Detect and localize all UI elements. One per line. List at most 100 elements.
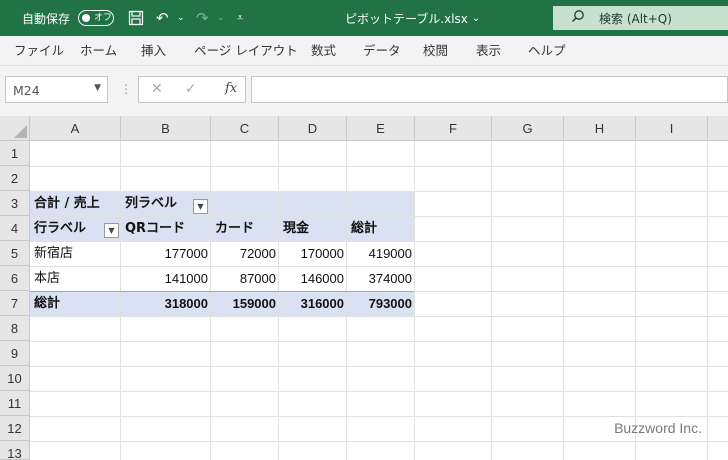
- watermark: Buzzword Inc.: [614, 420, 702, 436]
- row-header-8[interactable]: 8: [0, 316, 30, 341]
- pivot-total-cell[interactable]: 159000: [211, 291, 276, 316]
- column-header-e[interactable]: E: [347, 116, 415, 141]
- pivot-row-label[interactable]: 新宿店: [34, 241, 73, 266]
- search-icon: [571, 9, 585, 27]
- row-header-1[interactable]: 1: [0, 141, 30, 166]
- row-header-13[interactable]: 13: [0, 441, 30, 460]
- redo-icon[interactable]: ↷: [196, 0, 209, 36]
- undo-dropdown-icon[interactable]: ⌄: [177, 0, 185, 36]
- pivot-header-cash[interactable]: 現金: [283, 216, 309, 241]
- pivot-value-field[interactable]: 合計 / 売上: [34, 191, 100, 216]
- enter-icon[interactable]: ✓: [185, 81, 197, 97]
- gridline: [414, 141, 415, 460]
- gridline: [30, 391, 728, 392]
- tab-formulas[interactable]: 数式: [311, 36, 336, 66]
- gridline: [30, 441, 728, 442]
- ribbon-tabs: ファイル ホーム 挿入 ページ レイアウト 数式 データ 校閲 表示 ヘルプ: [0, 36, 728, 66]
- tab-help[interactable]: ヘルプ: [528, 36, 566, 66]
- search-placeholder: 検索 (Alt+Q): [599, 11, 672, 26]
- name-box-value: M24: [13, 83, 40, 98]
- gridline: [491, 141, 492, 460]
- autosave-state: オフ: [94, 13, 113, 23]
- row-header-3[interactable]: 3: [0, 191, 30, 216]
- column-filter-dropdown-icon[interactable]: ▼: [193, 199, 208, 214]
- row-header-12[interactable]: 12: [0, 416, 30, 441]
- pivot-header-qr[interactable]: QRコード: [125, 216, 185, 241]
- column-header-i[interactable]: I: [636, 116, 708, 141]
- tab-page-layout[interactable]: ページ レイアウト: [194, 36, 298, 66]
- document-title[interactable]: ピボットテーブル.xlsx ⌄: [345, 0, 480, 36]
- pivot-cell[interactable]: 146000: [279, 266, 344, 291]
- customize-qat-icon[interactable]: ⩡: [237, 0, 243, 36]
- pivot-cell[interactable]: 141000: [121, 266, 208, 291]
- tab-insert[interactable]: 挿入: [141, 36, 166, 66]
- name-box[interactable]: M24 ▼: [5, 76, 108, 103]
- pivot-cell[interactable]: 72000: [211, 241, 276, 266]
- column-header-b[interactable]: B: [121, 116, 211, 141]
- gridline: [30, 316, 728, 317]
- search-box[interactable]: 検索 (Alt+Q): [553, 6, 728, 30]
- column-header-d[interactable]: D: [279, 116, 347, 141]
- select-all-button[interactable]: [0, 116, 30, 141]
- select-all-triangle-icon: [14, 125, 27, 138]
- column-header-a[interactable]: A: [30, 116, 121, 141]
- pivot-cell[interactable]: 177000: [121, 241, 208, 266]
- gridline: [30, 341, 728, 342]
- pivot-header-card[interactable]: カード: [215, 216, 254, 241]
- row-header-11[interactable]: 11: [0, 391, 30, 416]
- row-header-4[interactable]: 4: [0, 216, 30, 241]
- worksheet-grid: A B C D E F G H I 1 2 3 4 5 6 7 8 9 10 1…: [0, 116, 728, 460]
- document-title-text: ピボットテーブル.xlsx: [345, 11, 468, 26]
- pivot-column-labels[interactable]: 列ラベル: [125, 191, 177, 216]
- save-icon[interactable]: [128, 0, 144, 36]
- column-header-c[interactable]: C: [211, 116, 279, 141]
- gridline: [563, 141, 564, 460]
- formula-input[interactable]: [251, 76, 728, 103]
- row-header-6[interactable]: 6: [0, 266, 30, 291]
- pivot-cell[interactable]: 374000: [347, 266, 412, 291]
- gridline: [30, 366, 728, 367]
- row-header-9[interactable]: 9: [0, 341, 30, 366]
- insert-function-icon[interactable]: fx: [225, 81, 237, 96]
- tab-home[interactable]: ホーム: [80, 36, 117, 66]
- row-header-7[interactable]: 7: [0, 291, 30, 316]
- column-header-f[interactable]: F: [415, 116, 492, 141]
- pivot-header-total[interactable]: 総計: [351, 216, 377, 241]
- chevron-down-icon: ⌄: [471, 12, 481, 24]
- autosave-label: 自動保存: [22, 11, 71, 26]
- redo-dropdown-icon[interactable]: ⌄: [217, 0, 225, 36]
- formula-bar-grip-icon: ⋮: [120, 82, 132, 96]
- row-header-10[interactable]: 10: [0, 366, 30, 391]
- pivot-total-cell[interactable]: 316000: [279, 291, 344, 316]
- gridline: [635, 141, 636, 460]
- pivot-cell[interactable]: 419000: [347, 241, 412, 266]
- column-header-h[interactable]: H: [564, 116, 636, 141]
- chevron-down-icon: ▼: [94, 83, 101, 93]
- gridline: [707, 141, 708, 460]
- pivot-row-labels[interactable]: 行ラベル: [34, 216, 86, 241]
- cancel-icon[interactable]: ✕: [151, 81, 163, 97]
- formula-bar: M24 ▼ ⋮ ✕ ✓ fx: [0, 66, 728, 116]
- row-header-5[interactable]: 5: [0, 241, 30, 266]
- pivot-cell[interactable]: 87000: [211, 266, 276, 291]
- toggle-knob: [82, 14, 90, 22]
- column-header-j[interactable]: [708, 116, 728, 141]
- autosave-toggle[interactable]: オフ: [78, 10, 114, 26]
- row-filter-applied-icon[interactable]: ▼: [104, 223, 119, 238]
- title-bar: 自動保存 オフ ↶ ⌄ ↷ ⌄ ⩡ ピボットテーブル.xlsx ⌄ 検索 (Al…: [0, 0, 728, 36]
- tab-review[interactable]: 校閲: [423, 36, 448, 66]
- pivot-total-cell[interactable]: 793000: [347, 291, 412, 316]
- formula-buttons: ✕ ✓ fx: [138, 76, 246, 103]
- pivot-cell[interactable]: 170000: [279, 241, 344, 266]
- row-header-2[interactable]: 2: [0, 166, 30, 191]
- pivot-total-cell[interactable]: 318000: [121, 291, 208, 316]
- tab-data[interactable]: データ: [363, 36, 401, 66]
- column-header-g[interactable]: G: [492, 116, 564, 141]
- pivot-row-label[interactable]: 本店: [34, 266, 60, 291]
- tab-file[interactable]: ファイル: [14, 36, 64, 66]
- pivot-total-label[interactable]: 総計: [34, 291, 60, 316]
- gridline: [30, 166, 728, 167]
- gridline: [30, 416, 728, 417]
- undo-icon[interactable]: ↶: [156, 0, 169, 36]
- tab-view[interactable]: 表示: [476, 36, 501, 66]
